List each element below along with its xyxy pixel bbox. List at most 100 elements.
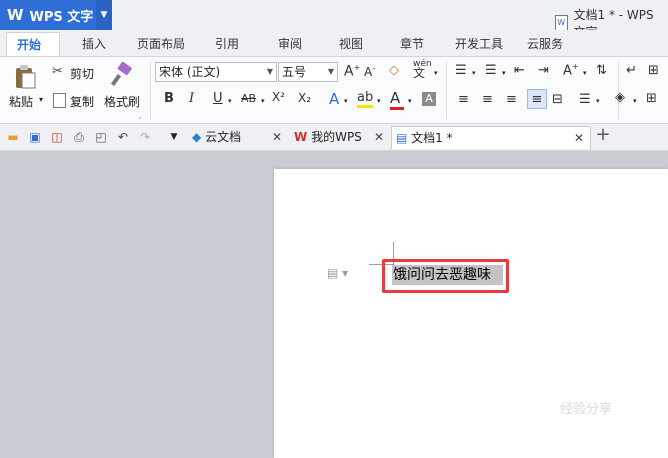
font-color-icon[interactable]: A bbox=[390, 89, 404, 110]
document-icon: ▤ bbox=[396, 131, 408, 145]
new-tab-plus-icon[interactable]: + bbox=[595, 126, 611, 144]
line-spacing-icon[interactable]: ☰ bbox=[579, 92, 591, 107]
close-icon[interactable]: ✕ bbox=[574, 127, 584, 149]
grow-font-icon[interactable]: A+ bbox=[344, 63, 360, 80]
sort-icon[interactable]: ⇅ bbox=[596, 63, 607, 78]
wps-icon: W bbox=[294, 130, 308, 144]
align-center-icon[interactable]: ≡ bbox=[482, 92, 493, 107]
doc-tab-label: 文档1 * bbox=[411, 131, 453, 145]
superscript-button[interactable]: X² bbox=[272, 90, 285, 104]
chevron-down-icon[interactable]: ▾ bbox=[472, 69, 476, 77]
font-family-value: 宋体 (正文) bbox=[159, 65, 221, 79]
dialog-launcher-icon[interactable]: ⌟ bbox=[138, 112, 141, 120]
font-family-select[interactable]: 宋体 (正文) ▼ bbox=[155, 62, 277, 82]
ribbon-tabs: 开始 插入 页面布局 引用 审阅 视图 章节 开发工具 云服务 bbox=[0, 30, 668, 57]
chevron-down-icon[interactable]: ▾ bbox=[596, 97, 600, 105]
numbered-list-icon[interactable]: ☰ bbox=[485, 63, 497, 78]
chevron-down-icon[interactable]: ▾ bbox=[434, 69, 438, 77]
text-effect-icon[interactable]: A bbox=[329, 90, 339, 108]
italic-button[interactable]: I bbox=[189, 91, 194, 106]
clear-format-icon[interactable]: ◇ bbox=[389, 63, 399, 78]
red-highlight-box bbox=[382, 259, 509, 293]
copy-icon[interactable] bbox=[53, 93, 66, 108]
watermark-text: 经验分享 bbox=[560, 402, 613, 417]
chevron-down-icon: ▼ bbox=[266, 67, 273, 76]
chevron-down-icon[interactable]: ▾ bbox=[633, 97, 637, 105]
subscript-button[interactable]: X₂ bbox=[298, 91, 311, 105]
close-icon[interactable]: ✕ bbox=[272, 126, 282, 148]
change-case-icon[interactable]: A+ bbox=[563, 62, 579, 78]
tab-review[interactable]: 审阅 bbox=[278, 35, 302, 52]
wps-logo-icon: W bbox=[7, 6, 24, 24]
doc-tab-label: 云文档 bbox=[205, 130, 242, 144]
justify-icon[interactable]: ≡ bbox=[527, 89, 547, 109]
chevron-down-icon[interactable]: ▾ bbox=[583, 69, 587, 77]
tab-insert[interactable]: 插入 bbox=[82, 35, 106, 52]
paragraph-mark-icon[interactable]: ↵ bbox=[626, 63, 637, 78]
distributed-align-icon[interactable]: ⊟ bbox=[552, 92, 563, 107]
tab-view[interactable]: 视图 bbox=[339, 35, 363, 52]
close-icon[interactable]: ✕ bbox=[374, 126, 384, 148]
format-painter-button[interactable]: 格式刷 bbox=[104, 93, 140, 110]
shading-icon[interactable]: ◈ bbox=[615, 90, 625, 105]
chevron-down-icon[interactable]: ▾ bbox=[344, 97, 348, 105]
doc-tab-my-wps[interactable]: W 我的WPS ✕ bbox=[290, 126, 390, 149]
app-menu-button[interactable]: W WPS 文字 ▼ bbox=[0, 0, 112, 30]
quick-access-bar: ▬ ▣ ◫ ⎙ ◰ ↶ ↷ ▼ ◆ 云文档 ✕ W 我的WPS ✕ ▤ 文档1 … bbox=[0, 124, 668, 151]
app-name: WPS 文字 bbox=[29, 9, 94, 25]
divider bbox=[150, 61, 151, 119]
save-icon[interactable]: ▣ bbox=[27, 129, 43, 145]
print-preview-icon[interactable]: ◰ bbox=[93, 129, 109, 145]
strikethrough-button[interactable]: AB bbox=[241, 92, 256, 105]
document-icon: W bbox=[555, 15, 568, 31]
print-icon[interactable]: ⎙ bbox=[71, 129, 87, 145]
cube-icon: ◆ bbox=[192, 130, 202, 144]
decrease-indent-icon[interactable]: ⇤ bbox=[514, 63, 525, 78]
format-painter-icon[interactable] bbox=[108, 61, 136, 89]
chevron-down-icon[interactable]: ▼ bbox=[166, 129, 182, 145]
doc-tab-label: 我的WPS bbox=[311, 130, 362, 144]
redo-icon[interactable]: ↷ bbox=[137, 129, 153, 145]
character-shading-icon[interactable]: A bbox=[422, 92, 436, 106]
tab-chapter[interactable]: 章节 bbox=[400, 35, 424, 52]
chevron-down-icon[interactable]: ▾ bbox=[228, 97, 232, 105]
shrink-font-icon[interactable]: A- bbox=[364, 64, 375, 79]
export-pdf-icon[interactable]: ◫ bbox=[49, 129, 65, 145]
phonetic-guide-icon[interactable]: wén 文 bbox=[413, 60, 432, 80]
copy-button[interactable]: 复制 bbox=[70, 93, 94, 110]
chevron-down-icon[interactable]: ▾ bbox=[39, 95, 43, 104]
tab-page-layout[interactable]: 页面布局 bbox=[137, 35, 185, 52]
cut-button[interactable]: 剪切 bbox=[70, 65, 94, 82]
table-icon[interactable]: ⊞ bbox=[648, 63, 659, 78]
tab-developer[interactable]: 开发工具 bbox=[455, 35, 503, 52]
open-folder-icon[interactable]: ▬ bbox=[5, 129, 21, 145]
font-size-value: 五号 bbox=[282, 65, 307, 79]
scissors-icon[interactable]: ✂ bbox=[52, 64, 63, 79]
doc-tab-document1[interactable]: ▤ 文档1 * ✕ bbox=[391, 126, 591, 149]
bullet-list-icon[interactable]: ☰ bbox=[455, 63, 467, 78]
chevron-down-icon[interactable]: ▾ bbox=[408, 97, 412, 105]
bold-button[interactable]: B bbox=[164, 91, 174, 106]
borders-icon[interactable]: ⊞ bbox=[646, 91, 657, 106]
chevron-down-icon[interactable]: ▾ bbox=[502, 69, 506, 77]
underline-button[interactable]: U bbox=[213, 91, 223, 106]
divider bbox=[446, 61, 447, 119]
align-left-icon[interactable]: ≡ bbox=[458, 92, 469, 107]
paragraph-layout-icon[interactable]: ▤ ▾ bbox=[327, 266, 348, 280]
chevron-down-icon[interactable]: ▾ bbox=[377, 97, 381, 105]
chevron-down-icon: ▼ bbox=[327, 67, 334, 76]
increase-indent-icon[interactable]: ⇥ bbox=[538, 63, 549, 78]
tab-references[interactable]: 引用 bbox=[215, 35, 239, 52]
highlight-icon[interactable]: ab bbox=[357, 90, 373, 108]
tab-home[interactable]: 开始 bbox=[6, 32, 60, 56]
tab-cloud-service[interactable]: 云服务 bbox=[527, 35, 563, 52]
paste-button[interactable]: 粘贴 bbox=[9, 93, 33, 110]
paste-icon[interactable] bbox=[12, 63, 38, 91]
chevron-down-icon[interactable]: ▼ bbox=[96, 0, 112, 30]
undo-icon[interactable]: ↶ bbox=[115, 129, 131, 145]
align-right-icon[interactable]: ≡ bbox=[506, 92, 517, 107]
doc-tab-cloud[interactable]: ◆ 云文档 ✕ bbox=[188, 126, 288, 149]
chevron-down-icon[interactable]: ▾ bbox=[261, 97, 265, 105]
font-size-select[interactable]: 五号 ▼ bbox=[278, 62, 338, 82]
ribbon-toolbar: 粘贴 ▾ ✂ 剪切 复制 格式刷 ⌟ 宋体 (正文) ▼ 五号 ▼ A+ A- ◇ … bbox=[0, 57, 668, 124]
